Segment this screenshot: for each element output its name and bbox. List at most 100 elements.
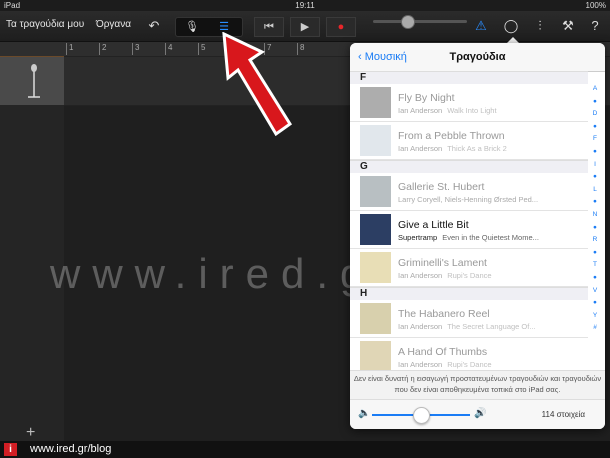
index-letter[interactable]: I	[588, 159, 602, 172]
footer-url[interactable]: www.ired.gr/blog	[30, 443, 111, 455]
index-letter[interactable]: ●	[588, 272, 602, 285]
ruler-mark: 5	[198, 43, 205, 55]
alphabet-index[interactable]: A ● D ● F ● I ● L ● N ● R ● T ● V ● Y #	[588, 83, 602, 335]
index-letter[interactable]: ●	[588, 171, 602, 184]
album-art	[360, 252, 391, 283]
wrench-icon[interactable]: ⚒	[559, 17, 577, 35]
song-title: Gallerie St. Hubert	[398, 181, 485, 193]
index-letter[interactable]: ●	[588, 96, 602, 109]
song-album: Rupi's Dance	[447, 271, 492, 280]
protected-songs-notice: Δεν είναι δυνατή η εισαγωγή προστατευμέν…	[350, 370, 605, 399]
song-row[interactable]: Give a Little Bit Supertramp Even in the Q…	[350, 211, 588, 249]
song-artist: Supertramp	[398, 233, 438, 242]
song-artist: Larry Coryell, Niels-Henning Ørsted Ped.…	[398, 195, 539, 204]
song-title: The Habanero Reel	[398, 308, 490, 320]
song-title: Give a Little Bit	[398, 219, 469, 231]
section-header: F	[350, 71, 588, 84]
ired-logo: i	[4, 443, 17, 456]
ruler-mark: 3	[132, 43, 139, 55]
index-letter[interactable]: T	[588, 259, 602, 272]
index-letter[interactable]: N	[588, 209, 602, 222]
song-artist: Ian Anderson	[398, 271, 443, 280]
index-letter[interactable]: A	[588, 83, 602, 96]
album-art	[360, 303, 391, 334]
microphone-icon[interactable]: 🎙	[180, 18, 204, 36]
undo-icon[interactable]: ↶	[145, 17, 163, 35]
index-letter[interactable]: V	[588, 285, 602, 298]
song-subtitle: Supertramp Even in the Quietest Mome...	[398, 233, 539, 242]
ruler-mark: 1	[66, 43, 73, 55]
track-header[interactable]	[0, 57, 64, 106]
song-title: A Hand Of Thumbs	[398, 346, 488, 358]
song-artist: Ian Anderson	[398, 106, 443, 115]
volume-bar: 🔈 🔊 114 στοιχεία	[350, 399, 605, 429]
my-songs-button[interactable]: Τα τραγούδια μου	[6, 19, 84, 30]
index-letter[interactable]: ●	[588, 297, 602, 310]
index-letter[interactable]: L	[588, 184, 602, 197]
index-letter[interactable]: ●	[588, 146, 602, 159]
help-icon[interactable]: ?	[586, 17, 604, 35]
song-album: The Secret Language Of...	[447, 322, 536, 331]
album-art	[360, 341, 391, 372]
index-letter[interactable]: R	[588, 234, 602, 247]
song-title: Fly By Night	[398, 92, 455, 104]
record-icon[interactable]: ●	[326, 17, 356, 37]
ruler-mark: 2	[99, 43, 106, 55]
song-artist: Ian Anderson	[398, 144, 443, 153]
song-row: Griminelli's Lament Ian Anderson Rupi's Da…	[350, 249, 588, 287]
song-row: The Habanero Reel Ian Anderson The Secret …	[350, 300, 588, 338]
index-letter[interactable]: #	[588, 322, 602, 335]
song-album: Rupi's Dance	[447, 360, 492, 369]
song-list: F Fly By Night Ian Anderson Walk Into Light…	[350, 71, 588, 376]
status-bar: iPad 19:11 100%	[0, 0, 610, 11]
index-letter[interactable]: ●	[588, 222, 602, 235]
mixer-icon[interactable]: ⫶	[531, 17, 549, 35]
song-subtitle: Larry Coryell, Niels-Henning Ørsted Ped.…	[398, 195, 543, 204]
clock: 19:11	[295, 1, 315, 10]
volume-low-icon: 🔈	[358, 408, 371, 419]
song-album: Even in the Quietest Mome...	[442, 233, 539, 242]
popover-header: ‹ Μουσική Τραγούδια	[350, 43, 605, 72]
album-art	[360, 87, 391, 118]
song-title: Griminelli's Lament	[398, 257, 487, 269]
songs-popover: ‹ Μουσική Τραγούδια F Fly By Night Ian And…	[350, 43, 605, 429]
index-letter[interactable]: ●	[588, 196, 602, 209]
index-letter[interactable]: Y	[588, 310, 602, 323]
battery-level: 100%	[585, 1, 606, 10]
add-track-button[interactable]: +	[26, 424, 35, 442]
song-subtitle: Ian Anderson Rupi's Dance	[398, 360, 492, 369]
index-letter[interactable]: F	[588, 133, 602, 146]
section-header: H	[350, 287, 588, 300]
index-letter[interactable]: ●	[588, 121, 602, 134]
song-row: Fly By Night Ian Anderson Walk Into Light	[350, 84, 588, 122]
volume-high-icon: 🔊	[474, 408, 487, 419]
preview-volume-knob[interactable]	[413, 407, 430, 424]
song-artist: Ian Anderson	[398, 322, 443, 331]
red-arrow-annotation	[222, 32, 293, 137]
loop-browser-icon[interactable]: ◯	[502, 17, 520, 35]
song-subtitle: Ian Anderson Thick As a Brick 2	[398, 144, 507, 153]
microphone-track-icon	[28, 64, 40, 98]
popover-title: Τραγούδια	[449, 51, 506, 63]
album-art	[360, 176, 391, 207]
metronome-icon[interactable]: ⚠	[472, 17, 490, 35]
section-header: G	[350, 160, 588, 173]
index-letter[interactable]: D	[588, 108, 602, 121]
item-count: 114 στοιχεία	[541, 410, 585, 419]
song-row: Gallerie St. Hubert Larry Coryell, Niels-…	[350, 173, 588, 211]
song-album: Thick As a Brick 2	[447, 144, 507, 153]
album-art	[360, 125, 391, 156]
ruler-mark: 8	[297, 43, 304, 55]
song-row: From a Pebble Thrown Ian Anderson Thick As…	[350, 122, 588, 160]
song-title: From a Pebble Thrown	[398, 130, 505, 142]
song-subtitle: Ian Anderson The Secret Language Of...	[398, 322, 536, 331]
song-artist: Ian Anderson	[398, 360, 443, 369]
song-album: Walk Into Light	[447, 106, 497, 115]
master-volume-knob[interactable]	[401, 15, 415, 29]
ruler-spacer	[0, 42, 64, 56]
master-volume-track[interactable]	[373, 20, 467, 23]
ruler-mark: 4	[165, 43, 172, 55]
index-letter[interactable]: ●	[588, 247, 602, 260]
instruments-button[interactable]: Όργανα	[96, 19, 131, 30]
song-subtitle: Ian Anderson Rupi's Dance	[398, 271, 492, 280]
